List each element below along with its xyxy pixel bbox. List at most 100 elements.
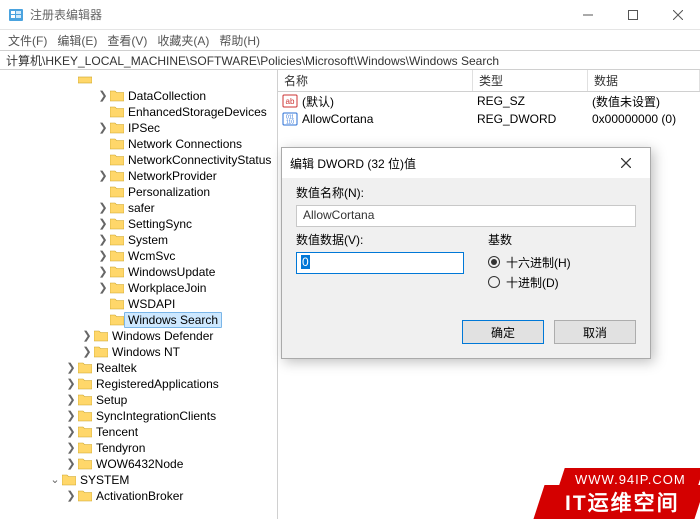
tree-node-label: Tendyron [96,441,145,455]
tree-node[interactable]: ❯ WcmSvc [0,248,277,264]
maximize-button[interactable] [610,0,655,30]
tree-node[interactable]: ❯WorkplaceJoin [0,280,277,296]
tree-node[interactable]: ⌄ SYSTEM [0,472,277,488]
tree-node[interactable]: Personalization [0,184,277,200]
tree-node[interactable]: ❯WindowsUpdate [0,264,277,280]
tree-node[interactable]: NetworkConnectivityStatus [0,152,277,168]
tree-node[interactable]: WSDAPI [0,296,277,312]
expand-icon[interactable]: ❯ [96,169,110,183]
menu-view[interactable]: 查看(V) [103,31,151,50]
base-label: 基数 [488,231,571,248]
tree-node[interactable]: ❯ Realtek [0,360,277,376]
expand-icon[interactable]: ❯ [96,121,110,135]
watermark-brand: IT运维空间 [565,487,680,517]
tree-node-label: RegisteredApplications [96,377,219,391]
tree-node[interactable]: Network Connections [0,136,277,152]
column-name[interactable]: 名称 [278,70,473,91]
tree-node[interactable]: EnhancedStorageDevices [0,104,277,120]
minimize-button[interactable] [565,0,610,30]
value-type: REG_SZ [477,94,592,108]
expand-icon[interactable]: ❯ [80,329,94,343]
radio-hex-label: 十六进制(H) [506,254,571,271]
tree-node[interactable] [0,72,277,88]
tree-node-label: NetworkProvider [128,169,217,183]
tree-node[interactable]: ❯ Tendyron [0,440,277,456]
tree-node[interactable]: ❯ IPSec [0,120,277,136]
menu-help[interactable]: 帮助(H) [215,31,264,50]
expand-icon[interactable]: ❯ [96,281,110,295]
expand-icon[interactable]: ❯ [64,393,78,407]
tree-node-label: Network Connections [128,137,242,151]
expand-icon[interactable]: ❯ [96,265,110,279]
list-row[interactable]: 011110AllowCortanaREG_DWORD0x00000000 (0… [278,110,700,128]
menu-edit[interactable]: 编辑(E) [53,31,101,50]
expand-icon[interactable]: ❯ [96,201,110,215]
expand-icon[interactable]: ❯ [64,425,78,439]
menu-favorites[interactable]: 收藏夹(A) [153,31,213,50]
tree-node[interactable]: ❯ Windows Defender [0,328,277,344]
ok-button[interactable]: 确定 [462,320,544,344]
tree-node[interactable]: Windows Search [0,312,277,328]
tree-node-label: NetworkConnectivityStatus [128,153,271,167]
address-bar[interactable]: 计算机\HKEY_LOCAL_MACHINE\SOFTWARE\Policies… [0,50,700,70]
tree-node-label: IPSec [128,121,160,135]
tree-node[interactable]: ❯ Windows NT [0,344,277,360]
column-data[interactable]: 数据 [588,70,700,91]
tree-node[interactable]: ❯ WOW6432Node [0,456,277,472]
tree-node-label: SYSTEM [80,473,129,487]
tree-node-label: SyncIntegrationClients [96,409,216,423]
tree-node[interactable]: ❯ NetworkProvider [0,168,277,184]
close-button[interactable] [655,0,700,30]
dialog-title: 编辑 DWORD (32 位)值 [290,155,610,172]
svg-text:110: 110 [286,120,294,126]
tree-node[interactable]: ❯safer [0,200,277,216]
tree-node-label: WcmSvc [128,249,175,263]
list-row[interactable]: ab(默认)REG_SZ(数值未设置) [278,92,700,110]
tree-node-label: WOW6432Node [96,457,183,471]
regedit-icon [8,7,24,23]
tree-node[interactable]: ❯ActivationBroker [0,488,277,504]
tree-pane[interactable]: ❯DataCollectionEnhancedStorageDevices❯IP… [0,70,278,519]
expand-icon[interactable]: ❯ [64,409,78,423]
tree-node-label: Windows NT [112,345,180,359]
expand-icon[interactable]: ❯ [64,441,78,455]
cancel-button[interactable]: 取消 [554,320,636,344]
svg-text:ab: ab [286,97,295,106]
tree-node[interactable]: ❯System [0,232,277,248]
expand-icon[interactable]: ❯ [96,89,110,103]
radio-hex[interactable]: 十六进制(H) [488,252,571,272]
radio-dec[interactable]: 十进制(D) [488,272,571,292]
column-type[interactable]: 类型 [473,70,588,91]
value-name: AllowCortana [302,112,477,126]
expand-icon[interactable]: ❯ [64,361,78,375]
tree-node-label: Realtek [96,361,137,375]
tree-node[interactable]: ❯SettingSync [0,216,277,232]
tree-node[interactable]: ❯DataCollection [0,88,277,104]
tree-node-label: Tencent [96,425,138,439]
expand-icon[interactable]: ❯ [64,489,78,503]
value-data: (数值未设置) [592,93,700,110]
value-name-input[interactable]: AllowCortana [296,205,636,227]
value-data-label: 数值数据(V): [296,231,466,248]
tree-node-label: Windows Defender [112,329,213,343]
value-data-input[interactable]: 0 [296,252,464,274]
value-type: REG_DWORD [477,112,592,126]
expand-icon[interactable]: ❯ [64,377,78,391]
tree-node[interactable]: ❯Setup [0,392,277,408]
expand-icon[interactable]: ❯ [96,233,110,247]
tree-node[interactable]: ❯ Tencent [0,424,277,440]
collapse-icon[interactable]: ⌄ [48,473,62,487]
list-header: 名称 类型 数据 [278,70,700,92]
tree-node[interactable]: ❯ SyncIntegrationClients [0,408,277,424]
expand-icon[interactable]: ❯ [96,249,110,263]
menu-file[interactable]: 文件(F) [4,31,51,50]
expand-icon[interactable]: ❯ [96,217,110,231]
radio-dec-label: 十进制(D) [506,274,559,291]
address-path: 计算机\HKEY_LOCAL_MACHINE\SOFTWARE\Policies… [6,52,499,69]
dialog-close-button[interactable] [610,149,642,177]
value-type-icon: 011110 [282,111,298,127]
radio-icon [488,276,500,288]
tree-node[interactable]: ❯ RegisteredApplications [0,376,277,392]
expand-icon[interactable]: ❯ [64,457,78,471]
expand-icon[interactable]: ❯ [80,345,94,359]
